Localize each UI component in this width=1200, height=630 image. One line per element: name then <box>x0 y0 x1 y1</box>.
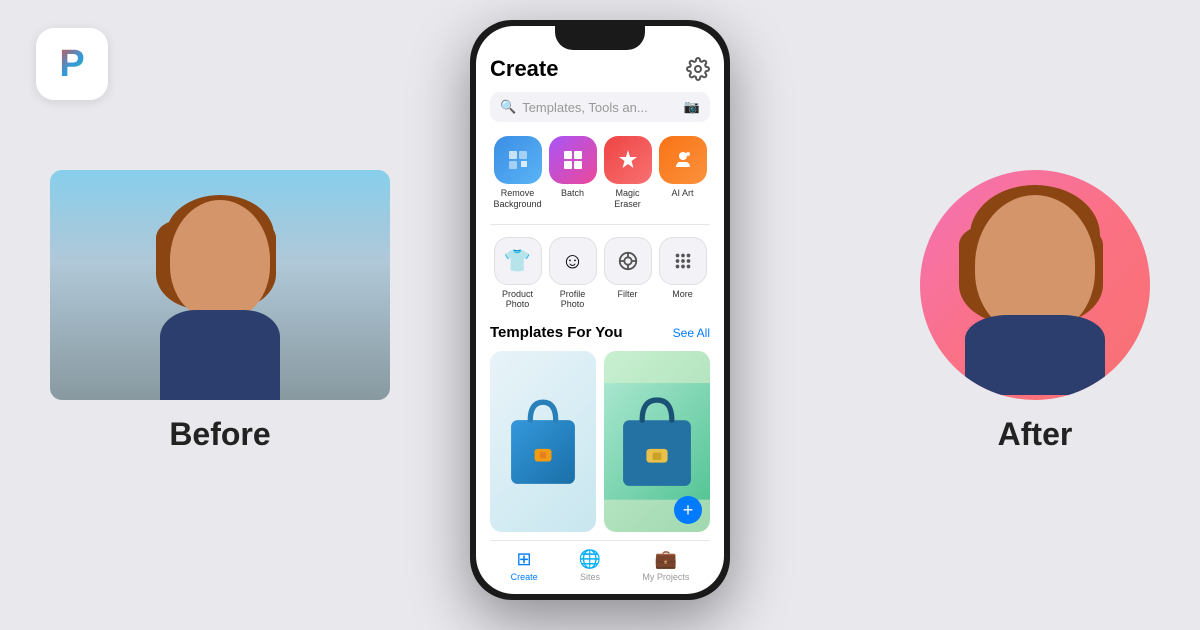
tool-filter[interactable]: Filter <box>602 237 654 311</box>
after-person <box>935 175 1135 395</box>
bag-illustration-1 <box>490 351 596 532</box>
tools-divider <box>490 224 710 225</box>
more-icon <box>659 237 707 285</box>
before-section: Before <box>50 170 390 453</box>
before-label: Before <box>169 416 270 453</box>
templates-header: Templates For You See All <box>490 324 710 341</box>
phone-outer: Create 🔍 Templates, Tools an... 📷 <box>470 20 730 600</box>
search-bar[interactable]: 🔍 Templates, Tools an... 📷 <box>490 92 710 122</box>
tool-batch[interactable]: Batch <box>547 136 599 210</box>
after-section: After <box>920 170 1150 453</box>
phone-notch <box>555 26 645 50</box>
template-cards: + <box>490 351 710 532</box>
tool-more[interactable]: More <box>657 237 709 311</box>
magic-eraser-icon <box>604 136 652 184</box>
create-nav-label: Create <box>511 572 538 582</box>
app-logo: P <box>36 28 108 100</box>
bottom-navigation: ⊞ Create 🌐 Sites 💼 My Projects <box>490 540 710 594</box>
nav-my-projects[interactable]: 💼 My Projects <box>642 549 689 582</box>
projects-nav-label: My Projects <box>642 572 689 582</box>
after-label: After <box>998 416 1073 453</box>
see-all-button[interactable]: See All <box>673 326 710 340</box>
projects-nav-icon: 💼 <box>655 549 677 570</box>
batch-label: Batch <box>561 188 584 199</box>
phone-content: Create 🔍 Templates, Tools an... 📷 <box>476 26 724 594</box>
phone-header: Create <box>490 56 710 82</box>
tool-ai-art[interactable]: AI Art <box>657 136 709 210</box>
body <box>160 310 280 400</box>
template-card-1[interactable] <box>490 351 596 532</box>
plus-button[interactable]: + <box>674 496 702 524</box>
before-person <box>130 190 310 400</box>
face <box>170 200 270 320</box>
batch-icon <box>549 136 597 184</box>
more-label: More <box>672 289 693 300</box>
tools-row-2: 👕 ProductPhoto ☺ ProfilePhoto <box>490 237 710 311</box>
tool-product-photo[interactable]: 👕 ProductPhoto <box>492 237 544 311</box>
logo-letter: P <box>59 43 84 86</box>
sites-nav-label: Sites <box>580 572 600 582</box>
search-placeholder: Templates, Tools an... <box>522 100 678 115</box>
create-nav-icon: ⊞ <box>517 549 532 570</box>
camera-icon: 📷 <box>684 99 700 115</box>
profile-photo-label: ProfilePhoto <box>560 289 586 311</box>
templates-title: Templates For You <box>490 324 623 341</box>
settings-icon[interactable] <box>686 57 710 81</box>
remove-background-label: RemoveBackground <box>493 188 541 210</box>
after-body <box>965 315 1105 395</box>
nav-create[interactable]: ⊞ Create <box>511 549 538 582</box>
ai-art-label: AI Art <box>671 188 693 199</box>
before-image <box>50 170 390 400</box>
tool-profile-photo[interactable]: ☺ ProfilePhoto <box>547 237 599 311</box>
nav-sites[interactable]: 🌐 Sites <box>579 549 601 582</box>
after-face <box>975 195 1095 335</box>
filter-label: Filter <box>618 289 638 300</box>
remove-background-icon <box>494 136 542 184</box>
phone-mockup: Create 🔍 Templates, Tools an... 📷 <box>470 20 730 600</box>
product-photo-label: ProductPhoto <box>502 289 533 311</box>
profile-photo-icon: ☺ <box>549 237 597 285</box>
search-icon: 🔍 <box>500 99 516 115</box>
tool-remove-background[interactable]: RemoveBackground <box>492 136 544 210</box>
sites-nav-icon: 🌐 <box>579 549 601 570</box>
magic-eraser-label: MagicEraser <box>614 188 641 210</box>
page-title: Create <box>490 56 558 82</box>
ai-art-icon <box>659 136 707 184</box>
tool-magic-eraser[interactable]: MagicEraser <box>602 136 654 210</box>
template-card-2[interactable]: + <box>604 351 710 532</box>
phone-screen: Create 🔍 Templates, Tools an... 📷 <box>476 26 724 594</box>
filter-icon <box>604 237 652 285</box>
after-image <box>920 170 1150 400</box>
product-photo-icon: 👕 <box>494 237 542 285</box>
tools-row-1: RemoveBackground Batch <box>490 136 710 210</box>
